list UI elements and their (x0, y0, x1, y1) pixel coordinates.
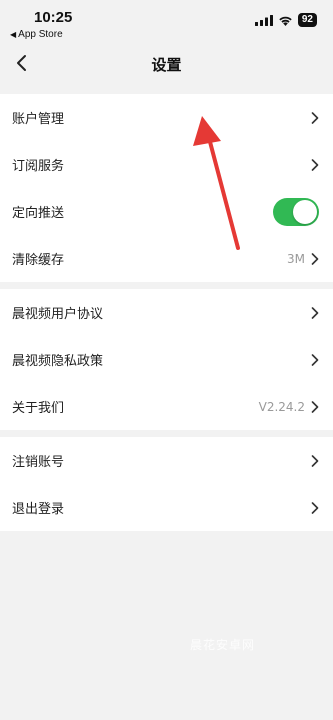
settings-group-about: 晨视频用户协议 晨视频隐私政策 关于我们 V2.24.2 (0, 289, 333, 430)
watermark-text: 晨花安卓网 (190, 638, 256, 652)
chevron-right-icon (311, 501, 319, 514)
battery-indicator: 92 (297, 13, 317, 27)
chevron-right-icon (311, 158, 319, 171)
toggle-knob (293, 200, 317, 224)
chevron-right-icon (311, 454, 319, 467)
back-to-app-link[interactable]: ◀ App Store (10, 29, 63, 40)
chevron-right-icon (311, 306, 319, 319)
settings-row-account-management[interactable]: 账户管理 (0, 94, 333, 141)
chevron-right-icon (311, 111, 319, 124)
settings-group-account-actions: 注销账号 退出登录 (0, 437, 333, 531)
settings-row-clear-cache[interactable]: 清除缓存 3M (0, 235, 333, 282)
targeted-push-toggle[interactable] (273, 198, 319, 226)
chevron-right-icon (311, 252, 319, 265)
settings-row-privacy-policy[interactable]: 晨视频隐私政策 (0, 336, 333, 383)
status-bar: 10:25 ◀ App Store 92 (0, 0, 333, 44)
back-triangle-icon: ◀ (10, 30, 17, 39)
back-app-label: App Store (18, 29, 63, 40)
settings-row-deactivate-account[interactable]: 注销账号 (0, 437, 333, 484)
chevron-right-icon (311, 353, 319, 366)
navigation-bar: 设置 (0, 44, 333, 84)
row-label: 注销账号 (12, 455, 65, 470)
cache-size-value: 3M (287, 251, 305, 266)
row-label: 晨视频隐私政策 (12, 354, 104, 369)
settings-group-account: 账户管理 订阅服务 定向推送 清除缓存 3M (0, 94, 333, 282)
settings-row-subscription[interactable]: 订阅服务 (0, 141, 333, 188)
row-label: 订阅服务 (12, 159, 65, 174)
row-label: 退出登录 (12, 502, 65, 517)
status-icons: 92 (254, 13, 317, 27)
row-label: 清除缓存 (12, 253, 65, 268)
row-label: 晨视频用户协议 (12, 307, 104, 322)
version-value: V2.24.2 (258, 399, 305, 414)
row-label: 账户管理 (12, 112, 65, 127)
settings-row-logout[interactable]: 退出登录 (0, 484, 333, 531)
row-label: 关于我们 (12, 401, 65, 416)
page-title: 设置 (151, 56, 182, 74)
status-time: 10:25 (34, 9, 73, 26)
settings-row-targeted-push: 定向推送 (0, 188, 333, 235)
settings-row-about-us[interactable]: 关于我们 V2.24.2 (0, 383, 333, 430)
signal-icon (254, 14, 273, 26)
wifi-icon (279, 16, 292, 26)
chevron-right-icon (311, 400, 319, 413)
settings-row-user-agreement[interactable]: 晨视频用户协议 (0, 289, 333, 336)
